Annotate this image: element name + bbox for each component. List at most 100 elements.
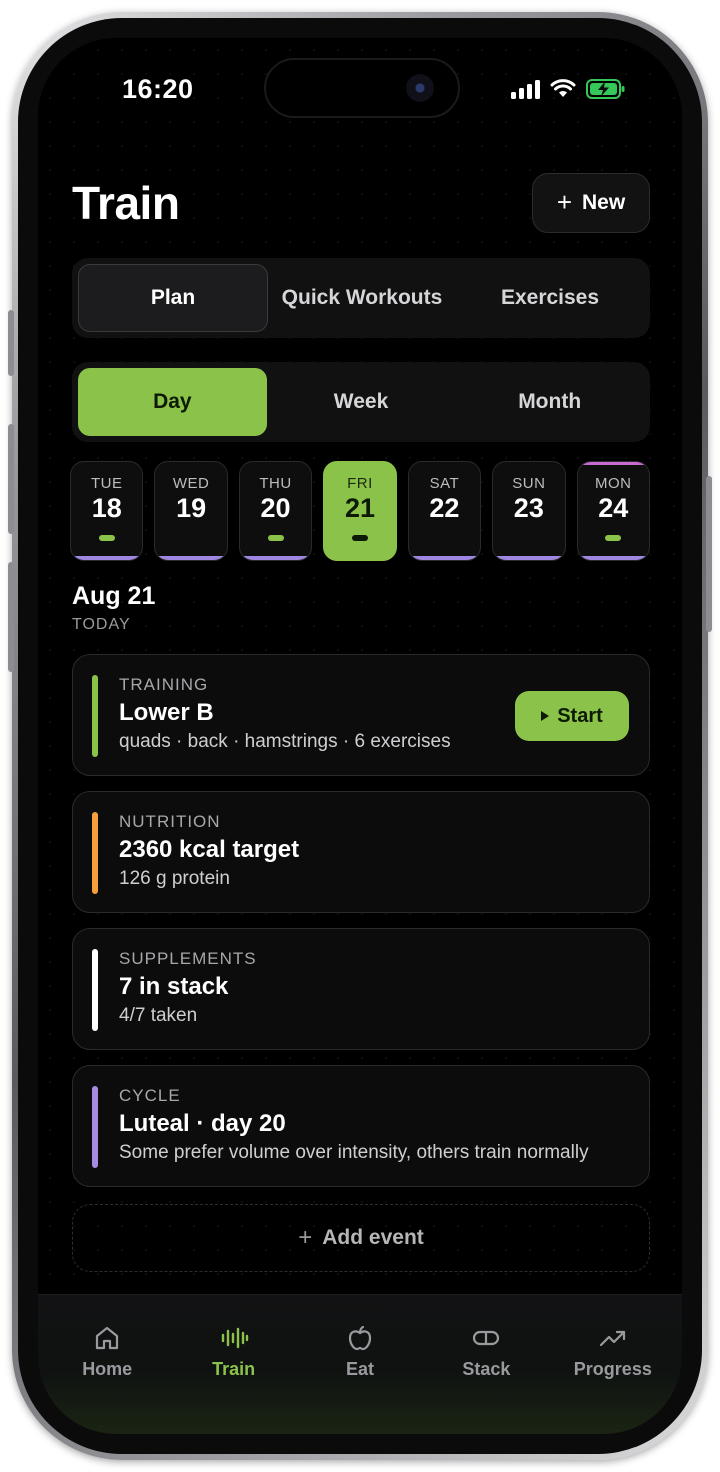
cycle-indicator <box>577 556 649 560</box>
training-card[interactable]: TRAINING Lower B quads · back · hamstrin… <box>72 654 650 776</box>
battery-charging-icon <box>586 79 625 99</box>
volume-up-button <box>8 424 14 534</box>
tabbar-home[interactable]: Home <box>44 1295 170 1434</box>
training-indicator <box>267 535 284 541</box>
card-title: 2360 kcal target <box>119 836 300 863</box>
action-button <box>8 310 14 376</box>
day-name: WED <box>172 475 210 492</box>
cycle-indicator <box>71 556 143 560</box>
day-name: TUE <box>90 475 123 492</box>
phase-indicator <box>577 462 649 465</box>
add-event-label: Add event <box>322 1226 424 1249</box>
apple-icon <box>345 1323 375 1353</box>
card-detail: quads · back · hamstrings · 6 exercises <box>119 731 451 752</box>
tabbar-label: Train <box>212 1359 256 1379</box>
plus-icon: + <box>556 186 572 217</box>
day-wed-19[interactable]: WED 19 <box>154 461 228 561</box>
day-name: MON <box>594 475 632 492</box>
tab-bar: Home Train Eat Stack Progress <box>38 1294 682 1434</box>
card-title: Lower B <box>119 699 214 726</box>
day-strip: TUE 18 WED 19 THU 20 FRI 21 SAT 22 SUN 2… <box>70 461 650 561</box>
training-indicator <box>605 535 622 541</box>
selected-date: Aug 21 <box>72 582 156 610</box>
day-sat-22[interactable]: SAT 22 <box>407 461 482 561</box>
volume-down-button <box>8 562 14 672</box>
tab-day[interactable]: Day <box>78 368 267 436</box>
card-accent <box>92 812 98 894</box>
day-number: 22 <box>429 493 460 523</box>
tabbar-label: Progress <box>573 1359 652 1379</box>
card-detail: 126 g protein <box>119 868 230 889</box>
status-time: 16:20 <box>122 74 194 104</box>
nutrition-card[interactable]: NUTRITION 2360 kcal target 126 g protein <box>72 791 650 913</box>
tab-week[interactable]: Week <box>267 368 456 436</box>
training-indicator <box>351 535 368 541</box>
add-event-button[interactable]: + Add event <box>72 1204 650 1272</box>
start-button-label: Start <box>557 704 603 727</box>
day-name: SUN <box>512 475 546 492</box>
status-icons <box>511 78 626 100</box>
new-button[interactable]: + New <box>532 173 650 233</box>
day-number: 21 <box>344 493 375 523</box>
card-accent <box>92 675 98 757</box>
card-accent <box>92 949 98 1031</box>
card-title: Luteal · day 20 <box>119 1110 286 1137</box>
screen: 16:20 Train + New Plan Quick Workouts Ex… <box>38 38 682 1434</box>
day-name: SAT <box>429 475 460 492</box>
tab-quick-workouts[interactable]: Quick Workouts <box>268 264 456 332</box>
camera-icon <box>406 74 434 102</box>
day-mon-24[interactable]: MON 24 <box>576 461 650 561</box>
day-number: 24 <box>598 493 629 523</box>
cycle-indicator <box>155 556 227 560</box>
card-label: NUTRITION <box>119 812 221 831</box>
primary-tabs: Plan Quick Workouts Exercises <box>72 258 650 338</box>
new-button-label: New <box>582 191 626 214</box>
day-name: FRI <box>347 475 373 492</box>
day-number: 19 <box>176 493 207 523</box>
training-indicator <box>98 535 115 541</box>
range-tabs: Day Week Month <box>72 362 650 442</box>
card-label: CYCLE <box>119 1086 181 1105</box>
tab-exercises[interactable]: Exercises <box>456 264 644 332</box>
supplements-card[interactable]: SUPPLEMENTS 7 in stack 4/7 taken <box>72 928 650 1050</box>
pill-icon <box>471 1323 501 1353</box>
tabbar-eat[interactable]: Eat <box>297 1295 423 1434</box>
plus-icon: + <box>298 1224 313 1251</box>
tabbar-stack[interactable]: Stack <box>423 1295 549 1434</box>
card-detail: 4/7 taken <box>119 1005 198 1026</box>
cycle-indicator <box>239 556 312 560</box>
cycle-card[interactable]: CYCLE Luteal · day 20 Some prefer volume… <box>72 1065 650 1187</box>
day-tue-18[interactable]: TUE 18 <box>70 461 144 561</box>
power-button <box>706 476 712 632</box>
card-title: 7 in stack <box>119 973 229 1000</box>
cellular-signal-icon <box>511 79 540 99</box>
tabbar-label: Stack <box>462 1359 511 1379</box>
card-accent <box>92 1086 98 1168</box>
tabbar-label: Eat <box>346 1359 375 1379</box>
waveform-icon <box>219 1323 249 1353</box>
cycle-indicator <box>493 556 565 560</box>
tab-plan[interactable]: Plan <box>78 264 268 332</box>
home-icon <box>92 1323 122 1353</box>
day-number: 18 <box>91 493 122 523</box>
cycle-indicator <box>408 556 481 560</box>
wifi-icon <box>550 79 576 97</box>
tabbar-train[interactable]: Train <box>170 1295 296 1434</box>
card-label: TRAINING <box>119 675 209 694</box>
tab-month[interactable]: Month <box>455 368 644 436</box>
day-name: THU <box>259 475 292 492</box>
selected-date-relative: TODAY <box>72 616 131 633</box>
card-label: SUPPLEMENTS <box>119 949 257 968</box>
day-sun-23[interactable]: SUN 23 <box>492 461 566 561</box>
start-button[interactable]: Start <box>515 691 629 741</box>
day-number: 20 <box>260 493 291 523</box>
day-number: 23 <box>513 493 544 523</box>
tabbar-progress[interactable]: Progress <box>550 1295 676 1434</box>
tabbar-label: Home <box>82 1359 133 1379</box>
play-icon <box>541 711 550 721</box>
day-fri-21[interactable]: FRI 21 <box>323 461 397 561</box>
page-title: Train <box>72 177 180 229</box>
card-detail: Some prefer volume over intensity, other… <box>119 1142 589 1163</box>
trend-up-icon <box>598 1323 628 1353</box>
day-thu-20[interactable]: THU 20 <box>238 461 313 561</box>
